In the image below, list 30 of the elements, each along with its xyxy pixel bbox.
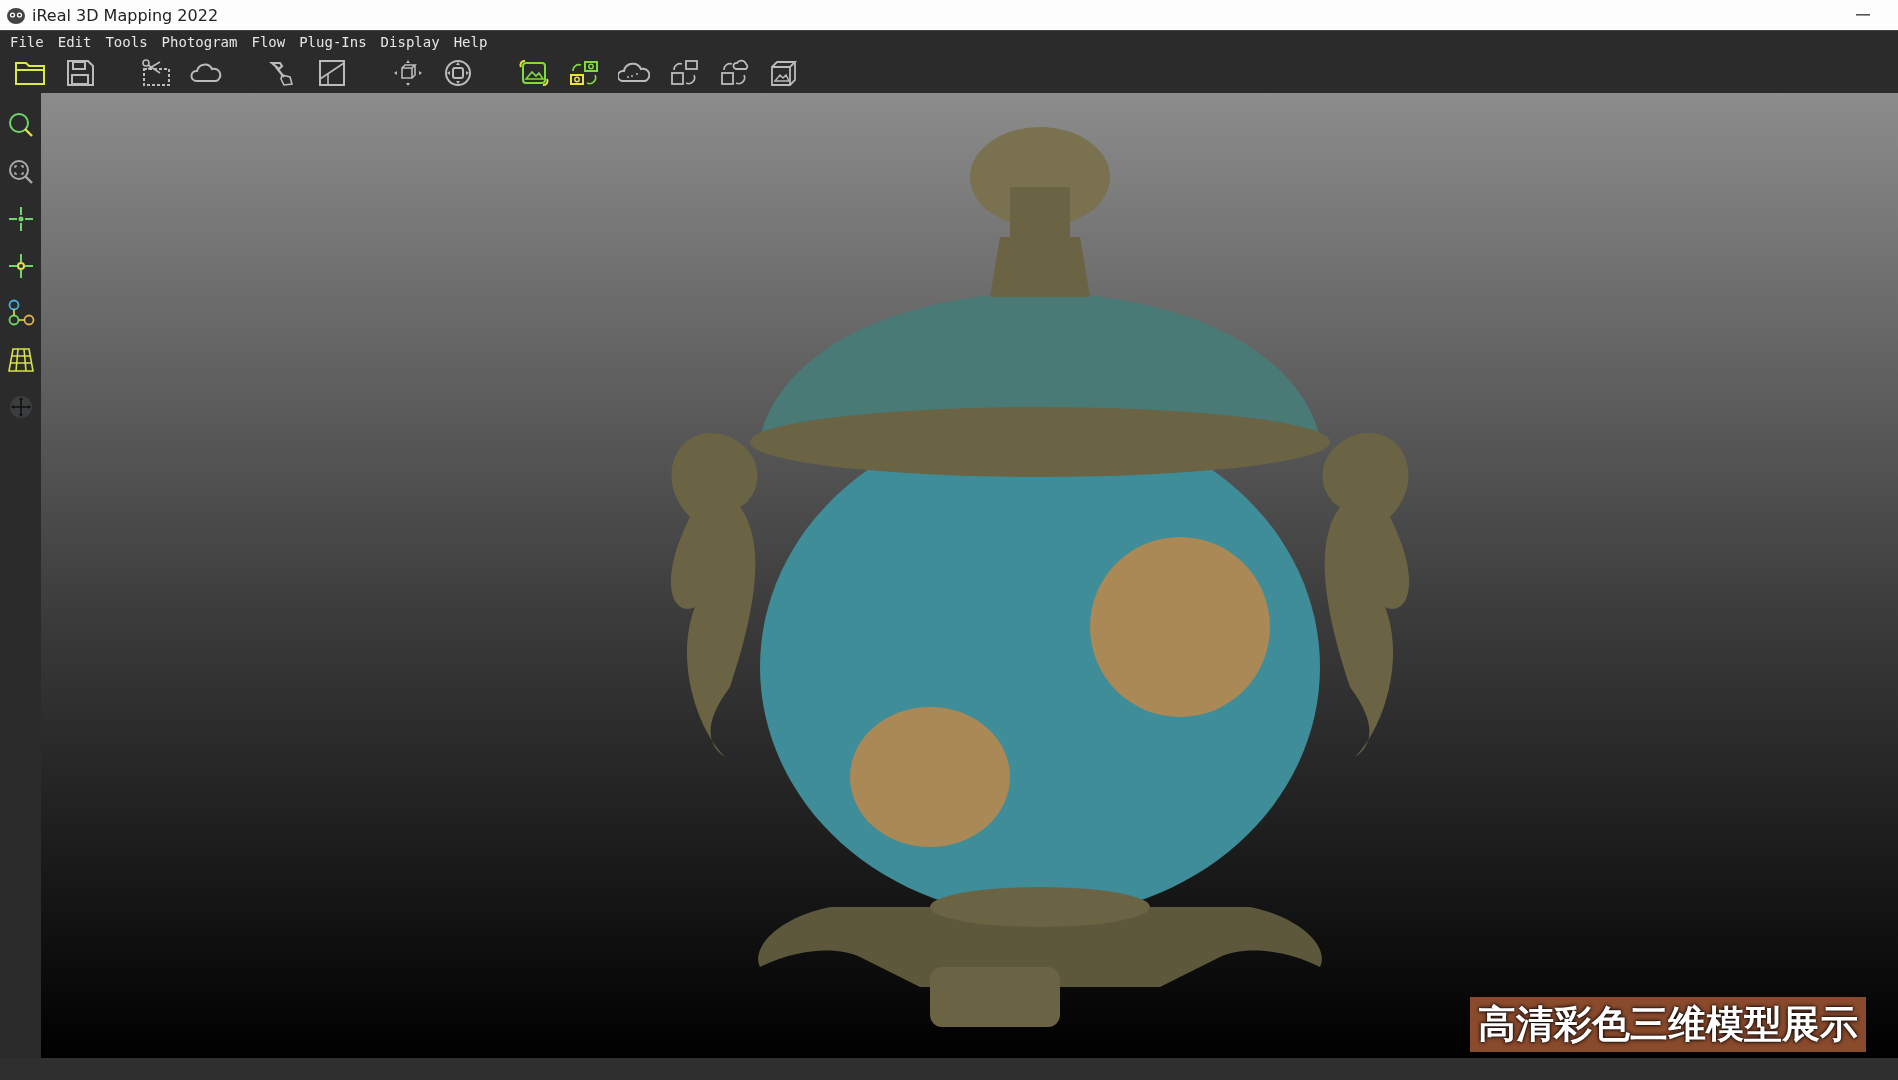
menu-item[interactable]: Display — [380, 34, 440, 50]
app-logo-icon — [6, 5, 26, 25]
menu-item[interactable]: Tools — [105, 34, 148, 50]
camera-swap-icon[interactable] — [568, 59, 600, 87]
crosshair-icon[interactable] — [6, 205, 35, 233]
save-icon[interactable] — [64, 59, 96, 87]
folder-icon[interactable] — [14, 59, 46, 87]
cube-image-icon[interactable] — [768, 59, 800, 87]
axes-nodes-icon[interactable] — [6, 299, 35, 327]
scissors-selection-icon[interactable] — [140, 59, 172, 87]
minimize-icon[interactable] — [1856, 13, 1870, 17]
zoom-fit-icon[interactable] — [6, 158, 35, 186]
cube-cloud-icon[interactable] — [718, 59, 750, 87]
menu-item[interactable]: Plug-Ins — [299, 34, 367, 50]
window-title: iReal 3D Mapping 2022 — [32, 5, 219, 25]
crosshair-ring-icon[interactable] — [6, 252, 35, 280]
menu-item[interactable]: Help — [453, 34, 488, 50]
search-icon[interactable] — [6, 111, 35, 139]
menu-item[interactable]: File — [10, 34, 44, 50]
navigation-pad-icon[interactable] — [442, 59, 474, 87]
menu-item[interactable]: Edit — [57, 34, 92, 50]
3d-viewport[interactable]: 高清彩色三维模型展示 — [41, 93, 1898, 1058]
image-frame-icon[interactable] — [518, 59, 550, 87]
cube-arrows-icon[interactable] — [392, 59, 424, 87]
cube-camera-icon[interactable] — [668, 59, 700, 87]
menu-item[interactable]: Flow — [251, 34, 286, 50]
menu-item[interactable]: Photogram — [161, 34, 238, 50]
split-square-icon[interactable] — [316, 59, 348, 87]
video-caption: 高清彩色三维模型展示 — [1470, 997, 1866, 1052]
grid-plane-icon[interactable] — [6, 346, 35, 374]
